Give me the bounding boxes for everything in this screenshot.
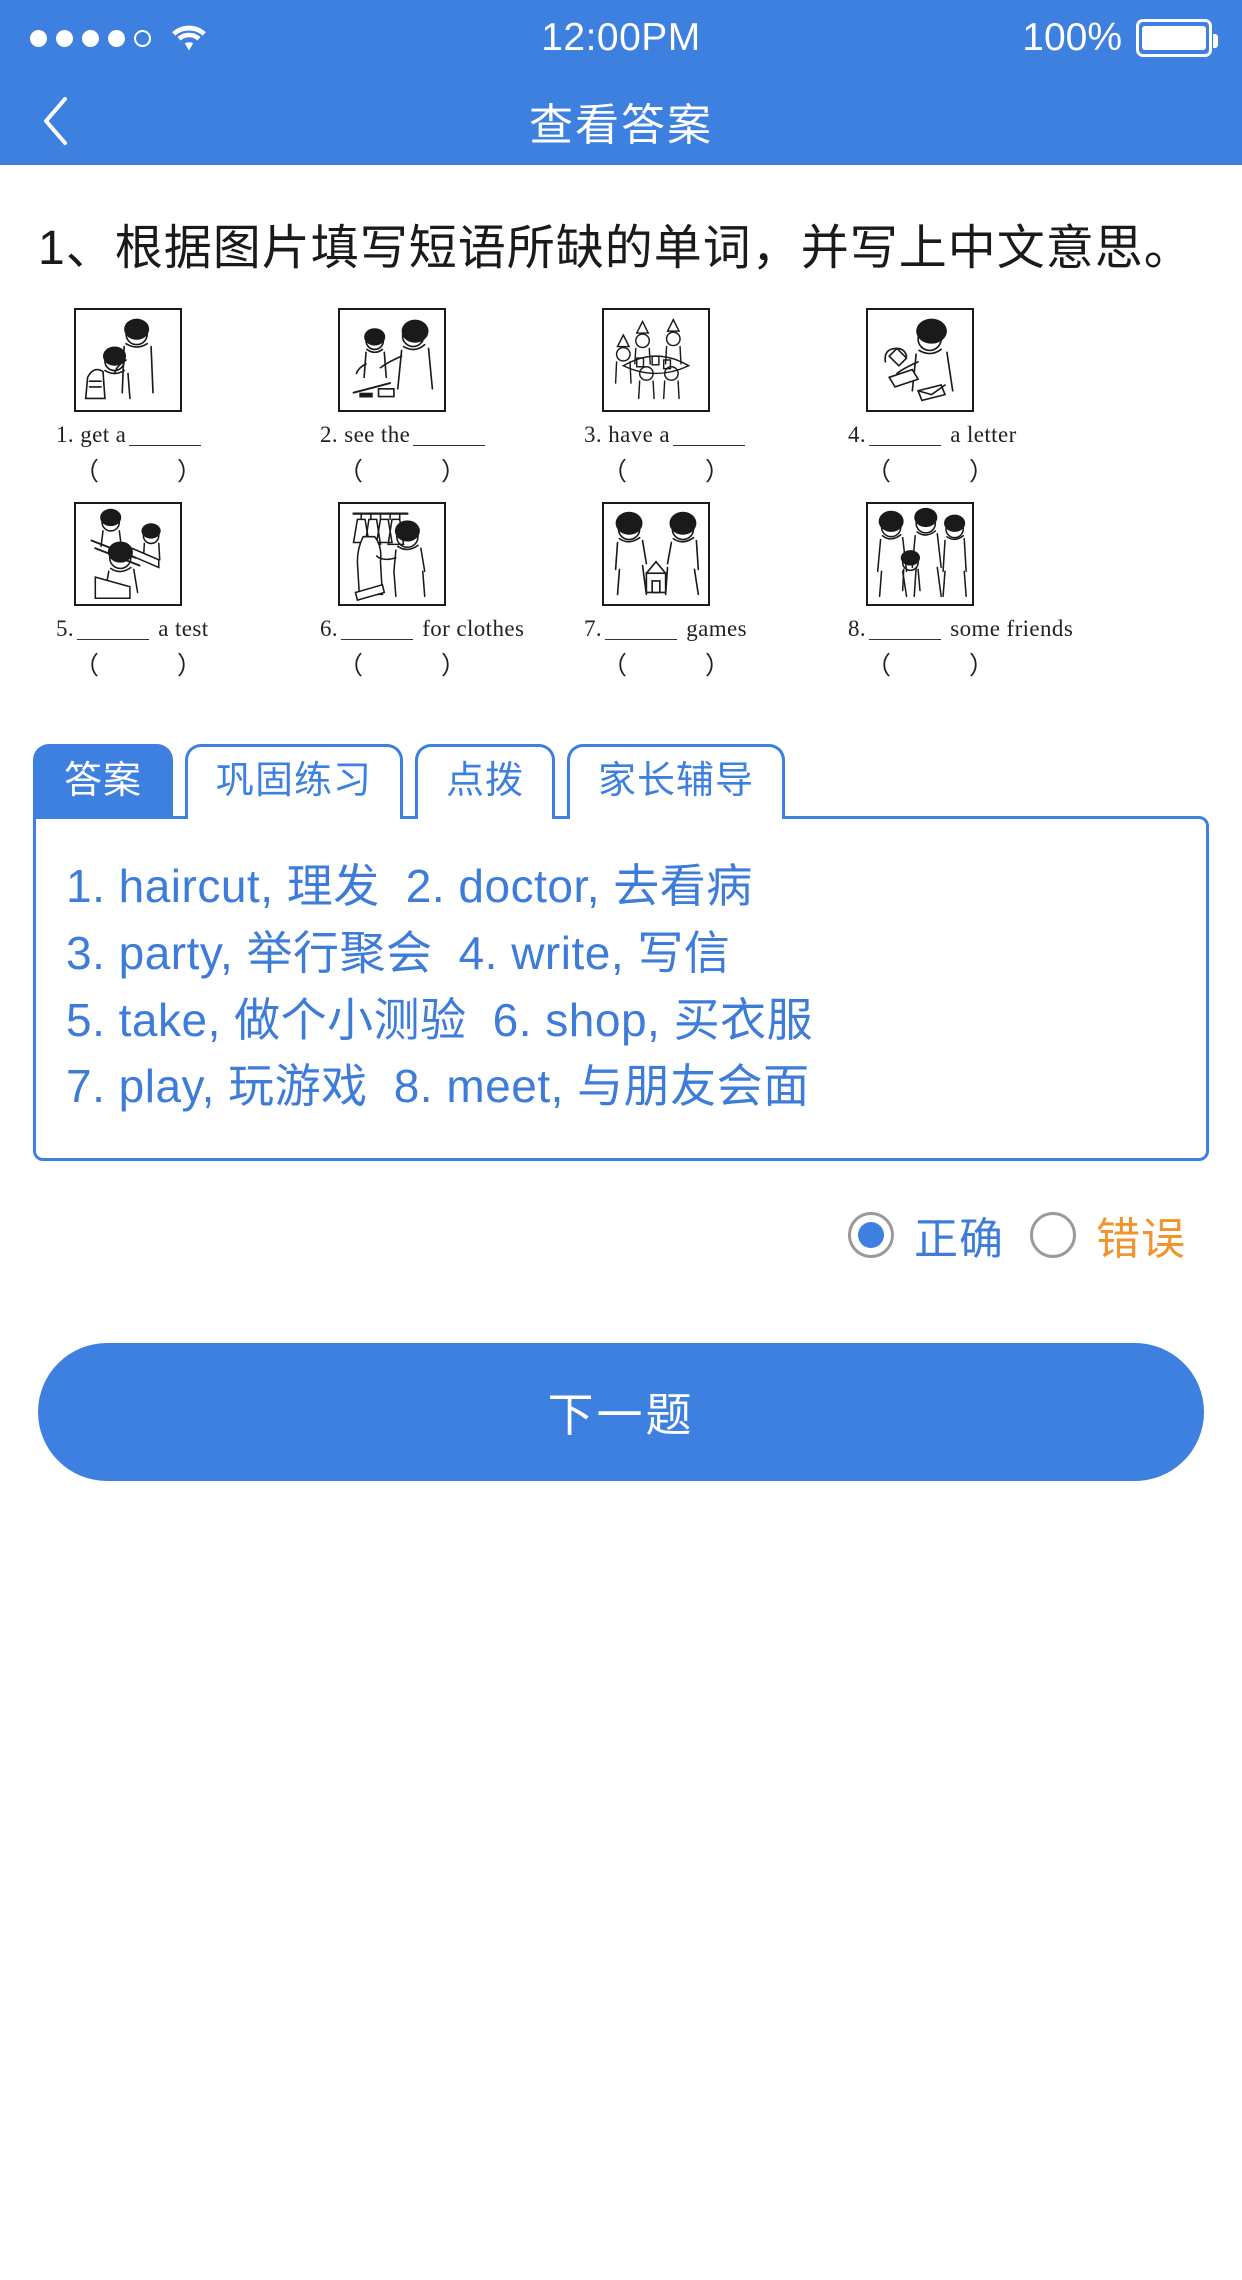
- battery-percent: 100%: [1022, 16, 1122, 59]
- tabs-container: 答案 巩固练习 点拨 家长辅导: [0, 744, 1242, 820]
- nav-bar: 查看答案: [0, 76, 1242, 165]
- meet-friends-illustration: [866, 502, 974, 607]
- exercise-caption: 3. have a: [584, 422, 824, 448]
- status-left: [30, 24, 207, 52]
- answer-blank: [869, 424, 942, 447]
- tab-tips[interactable]: 点拨: [415, 744, 556, 820]
- shop-clothes-illustration: [338, 502, 446, 607]
- doctor-illustration: [338, 308, 446, 413]
- write-letter-illustration: [866, 308, 974, 413]
- signal-dots-icon: [30, 29, 151, 47]
- haircut-illustration: [74, 308, 182, 413]
- radio-wrong-icon[interactable]: [1030, 1211, 1076, 1258]
- exercise-paren: （）: [602, 653, 731, 681]
- radio-wrong-label: 错误: [1096, 1214, 1186, 1264]
- judgement-radio-group: 正确 错误: [0, 1203, 1186, 1267]
- exercise-caption: 6. for clothes: [320, 616, 525, 642]
- exercise-paren: （）: [74, 459, 203, 487]
- answer-line: 7. play, 玩游戏 8. meet, 与朋友会面: [66, 1060, 810, 1113]
- exercise-item-3: 3. have a （）: [584, 308, 824, 488]
- play-games-illustration: [602, 502, 710, 607]
- exercise-item-2: 2. see the （）: [320, 308, 560, 488]
- status-bar: 12:00PM 100%: [0, 0, 1242, 76]
- radio-correct-icon[interactable]: [848, 1211, 894, 1258]
- next-question-button[interactable]: 下一题: [38, 1342, 1204, 1481]
- exercise-figure: 1. get a （） 2. see the （ ） 3. have a （ ）…: [38, 308, 1204, 682]
- radio-correct-label: 正确: [914, 1214, 1004, 1264]
- party-illustration: [602, 308, 710, 413]
- tab-answer[interactable]: 答案: [33, 744, 174, 820]
- signal-dot: [82, 29, 99, 47]
- answer-line: 3. party, 举行聚会 4. write, 写信: [66, 926, 731, 979]
- answer-blank: [869, 618, 942, 641]
- exercise-caption: 5. a test: [56, 616, 209, 642]
- exercise-paren: （）: [602, 459, 731, 487]
- answer-blank: [129, 424, 202, 447]
- radio-correct[interactable]: 正确: [848, 1203, 1004, 1267]
- page-title: 查看答案: [529, 100, 713, 150]
- exercise-item-8: 8. some friends （）: [848, 502, 1088, 682]
- wifi-icon: [171, 24, 207, 52]
- exercise-caption: 4. a letter: [848, 422, 1017, 448]
- status-right: 100%: [1022, 16, 1218, 60]
- tab-parent-guide[interactable]: 家长辅导: [567, 744, 786, 820]
- exercise-caption: 7. games: [584, 616, 747, 642]
- exercise-paren: （）: [866, 459, 995, 487]
- back-button[interactable]: [0, 76, 110, 165]
- answer-blank: [413, 424, 486, 447]
- signal-dot-empty: [134, 29, 151, 47]
- answer-line: 5. take, 做个小测验 6. shop, 买衣服: [66, 993, 814, 1046]
- exercise-item-5: 5. a test （）: [56, 502, 296, 682]
- exercise-paren: （）: [74, 653, 203, 681]
- exercise-paren: （）: [338, 653, 467, 681]
- signal-dot: [30, 29, 47, 47]
- battery-full-icon: [1136, 19, 1218, 57]
- signal-dot: [108, 29, 125, 47]
- answer-blank: [605, 618, 678, 641]
- exercise-caption: 8. some friends: [848, 616, 1074, 642]
- exercise-item-4: 4. a letter （）: [848, 308, 1088, 488]
- take-test-illustration: [74, 502, 182, 607]
- question-text: 1、根据图片填写短语所缺的单词，并写上中文意思。: [38, 222, 1193, 275]
- exercise-item-7: 7. games （）: [584, 502, 824, 682]
- exercise-caption: 1. get a: [56, 422, 296, 448]
- exercise-item-1: 1. get a （）: [56, 308, 296, 488]
- answer-blank: [673, 424, 745, 447]
- exercise-row: 5. a test （） 6. for clothes （ ） 7. games…: [56, 502, 1204, 682]
- chevron-left-icon: [41, 96, 69, 146]
- exercise-item-6: 6. for clothes （）: [320, 502, 560, 682]
- answer-card: 1. haircut, 理发 2. doctor, 去看病 3. party, 举…: [33, 816, 1209, 1161]
- answer-line: 1. haircut, 理发 2. doctor, 去看病: [66, 860, 753, 913]
- exercise-row: 1. get a （） 2. see the （ ） 3. have a （ ）…: [56, 308, 1204, 488]
- tab-practice[interactable]: 巩固练习: [185, 744, 404, 820]
- content-area: 1、根据图片填写短语所缺的单词，并写上中文意思。 1. get a （ ） 2.…: [0, 217, 1242, 682]
- exercise-paren: （）: [866, 653, 995, 681]
- radio-wrong[interactable]: 错误: [1030, 1203, 1186, 1267]
- signal-dot: [56, 29, 73, 47]
- tab-bar: 答案 巩固练习 点拨 家长辅导: [33, 744, 1209, 820]
- exercise-paren: （）: [338, 459, 467, 487]
- answer-blank: [77, 618, 150, 641]
- answer-blank: [341, 618, 414, 641]
- exercise-caption: 2. see the: [320, 422, 560, 448]
